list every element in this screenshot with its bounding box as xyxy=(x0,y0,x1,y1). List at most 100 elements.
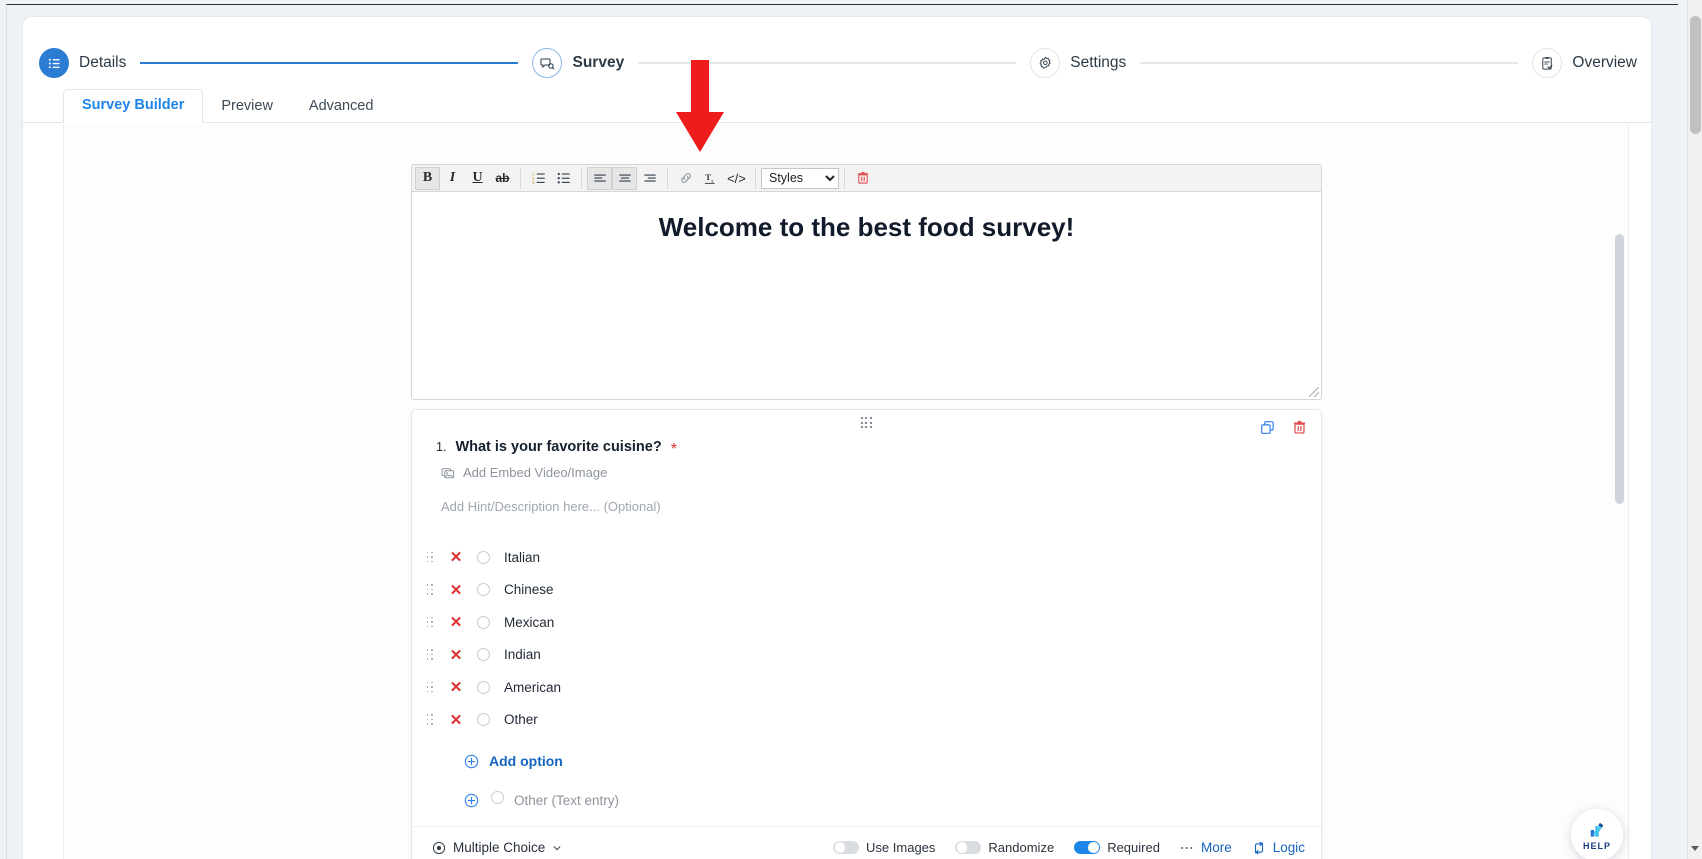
editor-delete-button[interactable] xyxy=(850,167,875,190)
window-scrollbar-thumb[interactable] xyxy=(1690,16,1701,134)
link-button[interactable] xyxy=(673,167,698,190)
question-hint-input[interactable]: Add Hint/Description here... (Optional) xyxy=(412,480,1321,514)
styles-select[interactable]: Styles xyxy=(761,167,839,189)
option-label[interactable]: American xyxy=(496,680,561,695)
more-button[interactable]: More xyxy=(1180,840,1232,855)
align-left-button[interactable] xyxy=(587,166,612,190)
option-drag-handle[interactable] xyxy=(418,616,442,629)
option-drag-handle[interactable] xyxy=(418,681,442,694)
duplicate-question-button[interactable] xyxy=(1260,420,1275,435)
details-step-circle[interactable] xyxy=(39,48,69,78)
question-footer-bar: Multiple Choice Use Images Randomize Req… xyxy=(412,826,1321,859)
question-footer-controls: Use Images Randomize Required More Logic xyxy=(833,840,1305,855)
option-label[interactable]: Other xyxy=(496,712,538,727)
stepper-step-survey[interactable]: Survey xyxy=(532,48,624,78)
inner-scrollbar-thumb[interactable] xyxy=(1615,234,1624,504)
editor-heading-text: Welcome to the best food survey! xyxy=(658,212,1075,242)
tab-preview[interactable]: Preview xyxy=(203,91,291,123)
toggle-randomize[interactable]: Randomize xyxy=(955,840,1054,855)
link-icon xyxy=(680,173,691,183)
required-switch[interactable] xyxy=(1074,840,1101,855)
editor-toolbar: B I U ab 1 2 3 T x </> Styles xyxy=(411,164,1322,191)
remove-option-button[interactable]: ✕ xyxy=(442,548,470,566)
option-radio[interactable] xyxy=(470,680,496,694)
option-label[interactable]: Italian xyxy=(496,550,540,565)
option-drag-handle[interactable] xyxy=(418,714,442,726)
tab-survey-builder[interactable]: Survey Builder xyxy=(63,89,204,123)
question-title[interactable]: What is your favorite cuisine? xyxy=(455,439,661,455)
remove-format-button[interactable]: T x xyxy=(698,167,723,190)
scroll-down-arrow-icon[interactable] xyxy=(1691,846,1699,851)
randomize-switch[interactable] xyxy=(955,840,982,855)
drag-dots-icon xyxy=(426,649,434,661)
add-embed-media-button[interactable]: Add Embed Video/Image xyxy=(412,456,1321,480)
bullet-list-button[interactable] xyxy=(551,167,576,190)
chevron-down-icon xyxy=(553,845,561,850)
screenshot-root: Details Survey Settings Overview Survey … xyxy=(0,0,1702,859)
option-radio[interactable] xyxy=(470,648,496,662)
tab-advanced[interactable]: Advanced xyxy=(291,91,392,123)
remove-option-button[interactable]: ✕ xyxy=(442,646,470,664)
remove-option-button[interactable]: ✕ xyxy=(442,711,470,729)
remove-option-button[interactable]: ✕ xyxy=(442,678,470,696)
other-entry-label: Other (Text entry) xyxy=(514,792,620,808)
option-radio[interactable] xyxy=(470,615,496,629)
toolbar-divider-4 xyxy=(755,167,756,189)
align-right-button[interactable] xyxy=(637,167,662,190)
list-icon xyxy=(48,58,60,68)
app-frame: Details Survey Settings Overview Survey … xyxy=(6,4,1678,859)
embed-media-icon xyxy=(441,467,455,478)
stepper-step-overview[interactable]: Overview xyxy=(1532,48,1637,78)
toolbar-divider-3 xyxy=(667,167,668,189)
align-center-button[interactable] xyxy=(612,166,637,190)
overview-step-circle[interactable] xyxy=(1532,48,1563,78)
ordered-list-button[interactable]: 1 2 3 xyxy=(526,167,551,190)
settings-step-circle[interactable] xyxy=(1030,48,1061,78)
use-images-label: Use Images xyxy=(866,840,936,855)
option-drag-handle[interactable] xyxy=(418,551,442,564)
align-left-icon xyxy=(593,174,606,182)
other-entry-radio xyxy=(479,791,504,809)
option-list: ✕ Italian ✕ Chinese ✕ Mexican ✕ Indian ✕… xyxy=(412,514,1321,736)
toolbar-divider-2 xyxy=(581,167,582,189)
bold-button[interactable]: B xyxy=(415,166,440,190)
italic-button[interactable]: I xyxy=(440,167,465,190)
add-option-button[interactable]: Add option xyxy=(412,736,1321,769)
radio-circle-icon xyxy=(476,583,490,597)
stepper-connector-3 xyxy=(1140,62,1519,64)
delete-question-button[interactable] xyxy=(1292,420,1307,435)
option-radio[interactable] xyxy=(470,713,496,727)
strikethrough-button[interactable]: ab xyxy=(490,167,515,190)
question-card: 1. What is your favorite cuisine? * Add … xyxy=(411,409,1322,859)
stepper-step-settings[interactable]: Settings xyxy=(1030,48,1126,78)
remove-option-button[interactable]: ✕ xyxy=(442,581,470,599)
source-code-button[interactable]: </> xyxy=(723,167,750,190)
window-scrollbar-track[interactable] xyxy=(1687,0,1702,859)
question-type-selector[interactable]: Multiple Choice xyxy=(432,840,562,855)
option-radio[interactable] xyxy=(470,550,496,564)
option-drag-handle[interactable] xyxy=(418,649,442,661)
builder-canvas: B I U ab 1 2 3 T x </> Styles Welcome to… xyxy=(63,124,1629,859)
add-other-text-entry-button[interactable]: Other (Text entry) xyxy=(412,769,1321,809)
editor-resize-handle[interactable] xyxy=(1309,387,1319,397)
help-button[interactable]: HELP xyxy=(1571,809,1623,859)
option-label[interactable]: Chinese xyxy=(496,582,554,597)
underline-button[interactable]: U xyxy=(465,167,490,190)
logic-button[interactable]: Logic xyxy=(1252,840,1305,855)
question-drag-handle[interactable] xyxy=(860,417,873,428)
toggle-required[interactable]: Required xyxy=(1074,840,1160,855)
toolbar-divider-1 xyxy=(520,167,521,189)
option-label[interactable]: Mexican xyxy=(496,615,554,630)
survey-step-circle[interactable] xyxy=(532,48,563,78)
bullet-list-icon xyxy=(557,172,570,184)
option-radio[interactable] xyxy=(470,583,496,597)
editor-content-area[interactable]: Welcome to the best food survey! xyxy=(411,191,1322,400)
remove-option-button[interactable]: ✕ xyxy=(442,613,470,631)
inner-scrollbar-track[interactable] xyxy=(1615,234,1624,859)
stepper-step-details[interactable]: Details xyxy=(39,48,126,78)
option-label[interactable]: Indian xyxy=(496,647,541,662)
toggle-use-images[interactable]: Use Images xyxy=(833,840,935,855)
required-label: Required xyxy=(1107,840,1160,855)
option-drag-handle[interactable] xyxy=(418,584,442,596)
use-images-switch[interactable] xyxy=(833,840,860,855)
